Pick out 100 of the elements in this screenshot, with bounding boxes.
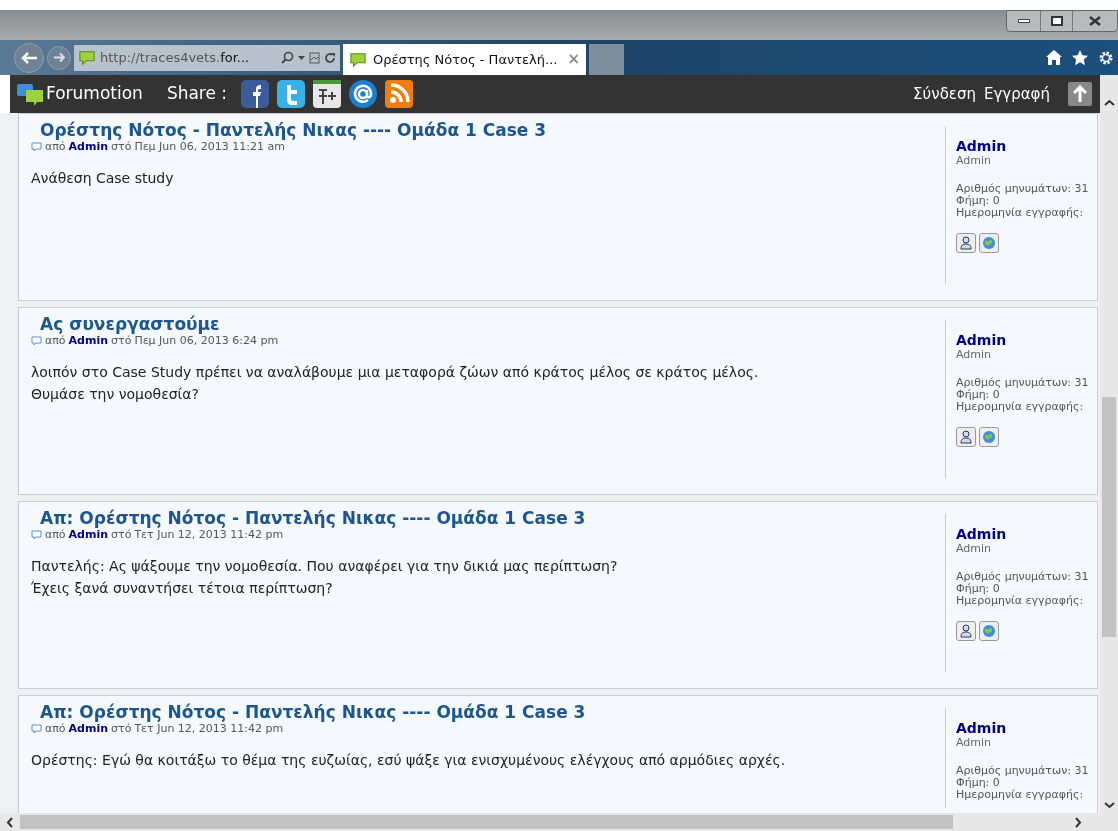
profile-button[interactable] [956,233,976,253]
profile-stat: Ημερομηνία εγγραφής: [956,595,1085,607]
profile-name[interactable]: Admin [956,138,1097,154]
scroll-top-button[interactable] [1068,82,1092,106]
person-icon [960,236,972,250]
speech-bubble-icon [31,141,42,152]
scroll-up-icon [1103,99,1115,107]
back-arrow-icon [20,50,38,65]
post-title[interactable]: Ας συνεργαστούμε [31,314,945,334]
email-icon[interactable] [349,80,378,108]
by-label: από [45,334,66,347]
profile-rank: Admin [956,736,993,749]
browser-tab[interactable]: Ορέστης Νότος - Παντελή... × [343,44,586,75]
post-text: Έχεις ξανά συναντήσει τέτοια περίπτωση? [31,579,334,598]
profile-stat: Αριθμός μηνυμάτων: 31 [956,571,1090,583]
site-icon [349,51,367,68]
author-link[interactable]: Admin [68,140,109,153]
scrollbar-thumb[interactable] [20,815,953,829]
site-icon [78,49,96,66]
search-icon [281,51,294,64]
profile-name[interactable]: Admin [956,526,1097,542]
address-bar[interactable]: http://traces4vets.for... [74,44,340,71]
post-text: Ανάθεση Case study [31,169,175,188]
forward-arrow-icon [52,52,66,63]
scroll-left-icon [6,816,14,828]
profile-stat: Ημερομηνία εγγραφής: [956,789,1085,801]
post-text: Ορέστης: Εγώ θα κοιτάξω το θέμα της ευζωίας, εσύ ψάξε για ενισχυμένους ελέγχους από αρμόδιες αρχές. [31,751,787,770]
profile-stat: Φήμη: 0 [956,195,1001,207]
author-link[interactable]: Admin [68,722,109,735]
by-label: από [45,528,66,541]
address-url: http://traces4vets.for... [100,48,250,67]
tab-title: Ορέστης Νότος - Παντελή... [373,50,558,69]
close-icon [1089,16,1101,26]
horizontal-scrollbar[interactable] [0,813,1100,831]
at-label: στό [111,528,132,541]
compatibility-view-icon [309,51,320,64]
back-button[interactable] [14,42,44,73]
website-button[interactable] [979,233,999,253]
at-label: στό [111,140,132,153]
facebook-icon[interactable] [241,80,270,108]
author-link[interactable]: Admin [68,528,109,541]
website-button[interactable] [979,427,999,447]
post-text: Παντελής: Ας ψάξουμε την νομοθεσία. Που αναφέρει για την δικιά μας περίπτωση? [31,557,619,576]
settings-icon[interactable] [1098,49,1114,66]
tab-close-button[interactable]: × [567,52,580,67]
scroll-down-icon [1103,801,1115,809]
globe-icon [982,430,996,444]
vertical-scrollbar[interactable] [1100,75,1118,831]
up-arrow-icon [1072,85,1088,103]
post-title[interactable]: Ορέστης Νότος - Παντελής Νικας ---- Ομάδα 1 Case 3 [31,120,945,140]
at-label: στό [111,334,132,347]
profile-stat: Ημερομηνία εγγραφής: [956,207,1085,219]
scrollbar-thumb[interactable] [1102,397,1116,637]
author-link[interactable]: Admin [68,334,109,347]
person-icon [960,624,972,638]
post-title[interactable]: Απ: Ορέστης Νότος - Παντελής Νικας ---- Ομάδα 1 Case 3 [31,508,945,528]
post-date: Πεμ Jun 06, 2013 11:21 am [134,140,285,153]
twitter-icon[interactable] [277,80,306,108]
dropdown-caret-icon [298,55,305,60]
globe-icon [982,624,996,638]
profile-stat: Ημερομηνία εγγραφής: [956,401,1085,413]
speech-bubble-icon [31,335,42,346]
post-title[interactable]: Απ: Ορέστης Νότος - Παντελής Νικας ---- Ομάδα 1 Case 3 [31,702,945,722]
post-date: Τετ Jun 12, 2013 11:42 pm [134,722,284,735]
person-icon [960,430,972,444]
favorites-star-icon[interactable] [1072,49,1088,66]
by-label: από [45,722,66,735]
home-icon[interactable] [1046,50,1062,65]
at-label: στό [111,722,132,735]
post-date: Τετ Jun 12, 2013 11:42 pm [134,528,284,541]
profile-rank: Admin [956,154,993,167]
profile-stat: Φήμη: 0 [956,389,1001,401]
profile-name[interactable]: Admin [956,720,1097,736]
website-button[interactable] [979,621,999,641]
share-label: Share : [166,82,228,106]
post-text: Θυμάσε την νομοθεσία? [31,385,200,404]
profile-stat: Αριθμός μηνυμάτων: 31 [956,765,1090,777]
forward-button[interactable] [47,45,71,70]
google-plus-icon[interactable] [313,80,342,108]
post-date: Πεμ Jun 06, 2013 6:24 pm [134,334,279,347]
header-link[interactable]: Εγγραφή [983,82,1050,106]
profile-stat: Αριθμός μηνυμάτων: 31 [956,183,1090,195]
profile-stat: Φήμη: 0 [956,583,1001,595]
profile-name[interactable]: Admin [956,332,1097,348]
refresh-icon [324,51,336,64]
speech-bubble-icon [31,529,42,540]
speech-bubble-icon [31,723,42,734]
by-label: από [45,140,66,153]
post-text: λοιπόν στο Case Study πρέπει να αναλάβουμε μια μεταφορά ζώων από κράτος μέλος σε κράτος μέλος. [31,363,760,382]
profile-button[interactable] [956,621,976,641]
scroll-right-icon [1074,816,1082,828]
profile-stat: Αριθμός μηνυμάτων: 31 [956,377,1090,389]
header-link[interactable]: Σύνδεση [913,82,976,106]
forumotion-brand[interactable]: Forumotion [46,81,143,107]
globe-icon [982,236,996,250]
rss-icon[interactable] [385,80,414,108]
profile-stat: Φήμη: 0 [956,777,1001,789]
forumotion-logo-icon [16,82,44,106]
profile-rank: Admin [956,542,993,555]
profile-button[interactable] [956,427,976,447]
